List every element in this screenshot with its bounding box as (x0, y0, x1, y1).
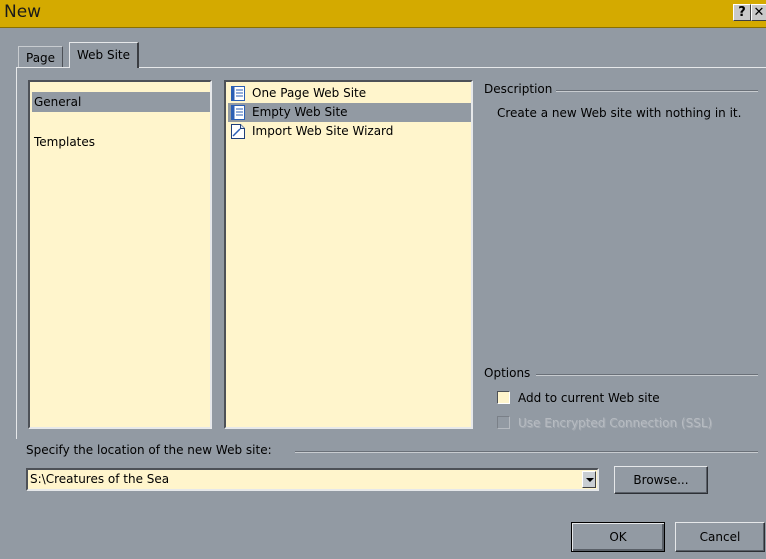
template-item-empty[interactable]: Empty Web Site (228, 103, 471, 122)
description-heading: Description (484, 82, 553, 96)
template-label: Import Web Site Wizard (252, 124, 394, 138)
description-divider (556, 90, 758, 92)
add-to-current-checkbox[interactable] (497, 391, 510, 404)
cancel-button[interactable]: Cancel (675, 522, 765, 552)
template-label: One Page Web Site (252, 86, 367, 100)
page-lines-icon (231, 86, 245, 101)
options-heading: Options (484, 366, 531, 380)
category-list[interactable]: General Templates (28, 80, 212, 429)
category-item-templates[interactable]: Templates (32, 132, 210, 152)
add-to-current-label: Add to current Web site (518, 391, 660, 405)
template-item-import-wizard[interactable]: Import Web Site Wizard (228, 122, 471, 141)
location-heading: Specify the location of the new Web site… (26, 443, 272, 457)
dialog-title: New (4, 2, 42, 22)
ssl-checkbox (497, 416, 510, 429)
page-lines-icon (231, 105, 245, 120)
tab-web-site[interactable]: Web Site (69, 42, 140, 68)
chevron-down-icon[interactable] (582, 471, 596, 488)
help-button[interactable]: ? (733, 4, 751, 21)
template-item-one-page[interactable]: One Page Web Site (228, 84, 471, 103)
wizard-page-icon (231, 124, 245, 139)
template-list[interactable]: One Page Web Site Empty Web Site Import … (224, 80, 473, 429)
description-text: Create a new Web site with nothing in it… (497, 106, 742, 120)
ok-button[interactable]: OK (571, 522, 665, 552)
close-button[interactable]: ✕ (751, 4, 766, 21)
location-value: S:\Creatures of the Sea (30, 472, 170, 486)
close-icon: ✕ (753, 5, 765, 20)
category-item-general[interactable]: General (32, 92, 210, 112)
options-divider (536, 374, 758, 376)
browse-button[interactable]: Browse... (614, 466, 708, 494)
template-label: Empty Web Site (252, 105, 348, 119)
location-combobox[interactable]: S:\Creatures of the Sea (26, 468, 599, 491)
location-divider (295, 451, 758, 453)
title-bar: New ? ✕ (0, 0, 766, 28)
tab-page[interactable]: Page (18, 46, 64, 67)
ssl-label: Use Encrypted Connection (SSL) (518, 416, 713, 430)
